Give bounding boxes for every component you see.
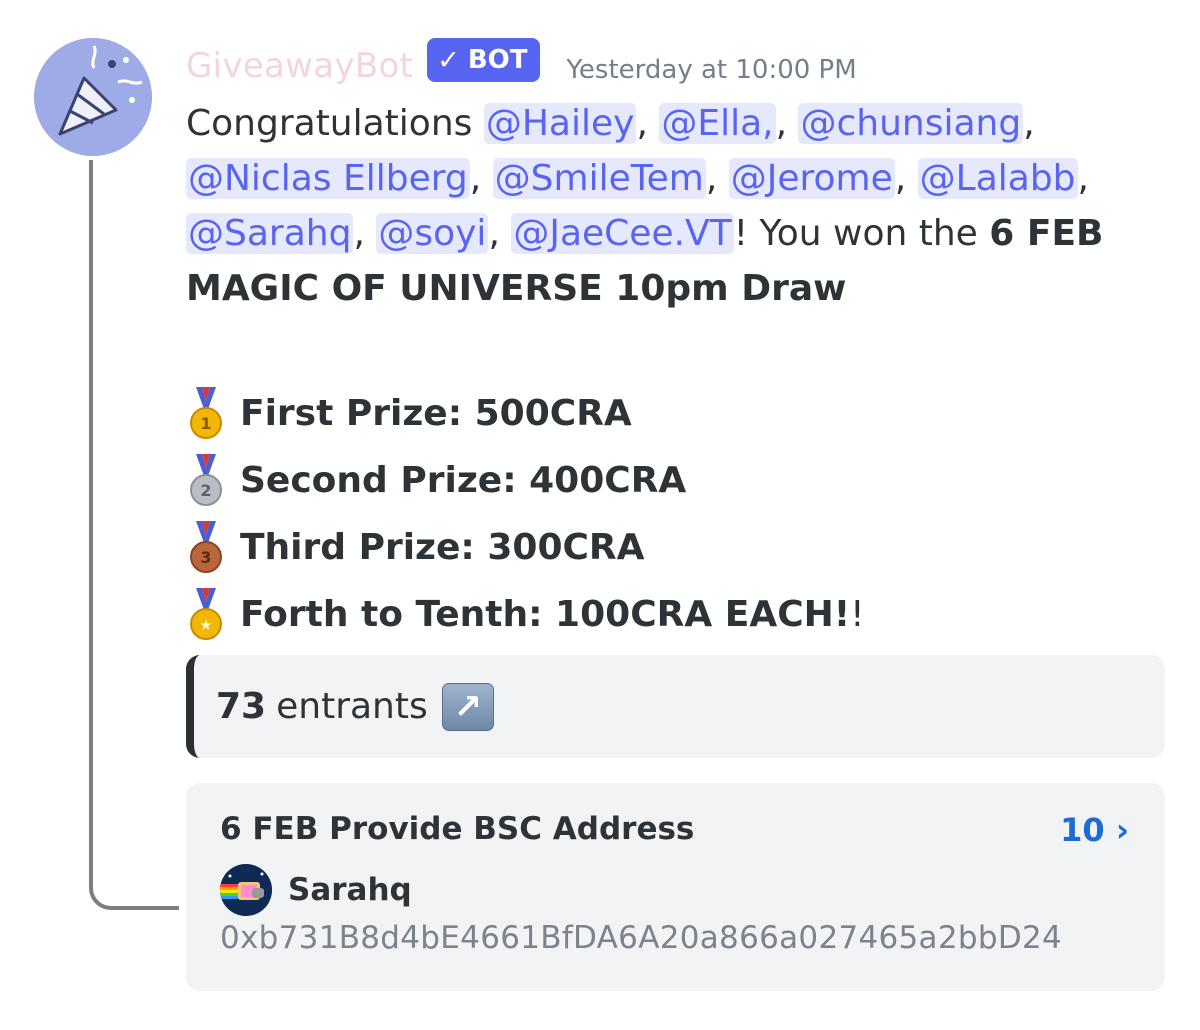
prize-item-third: 3 Third Prize: 300CRA	[186, 514, 865, 581]
third-place-medal-icon: 3	[190, 520, 222, 573]
message-timestamp[interactable]: Yesterday at 10:00 PM	[566, 55, 856, 85]
prize-text-tail: !	[850, 594, 865, 635]
svg-text:2: 2	[200, 481, 211, 500]
mention-separator: ,	[488, 213, 512, 254]
draw-name-part-1: 6 FEB	[989, 213, 1104, 254]
prize-item-rest: ★ Forth to Tenth: 100CRA EACH!!	[186, 581, 865, 648]
mention-soyi[interactable]: @soyi	[376, 213, 489, 254]
sports-medal-icon: ★	[190, 587, 222, 640]
thread-last-author: Sarahq	[220, 863, 412, 917]
mention-ella[interactable]: @Ella,	[659, 103, 776, 144]
prize-text: Third Prize: 300CRA	[240, 527, 645, 568]
thread-preview-card[interactable]: 6 FEB Provide BSC Address 10 › Sarahq 0x…	[186, 783, 1165, 991]
mention-lalabb[interactable]: @Lalabb	[917, 158, 1078, 199]
thread-message-count[interactable]: 10 ›	[1060, 811, 1129, 849]
mention-jerome[interactable]: @Jerome	[728, 158, 895, 199]
won-text: ! You won the	[733, 213, 990, 254]
giveawaybot-avatar[interactable]	[34, 38, 152, 156]
prize-text: Forth to Tenth: 100CRA EACH!	[240, 594, 851, 635]
entrants-embed: 73 entrants ↗	[186, 655, 1165, 758]
message-header: GiveawayBot ✓ BOT Yesterday at 10:00 PM	[186, 38, 857, 94]
prize-item-first: 1 First Prize: 500CRA	[186, 380, 865, 447]
svg-text:★: ★	[199, 616, 212, 634]
verified-check-icon: ✓	[437, 44, 460, 76]
mention-separator: ,	[1023, 103, 1035, 144]
thread-title[interactable]: 6 FEB Provide BSC Address	[220, 811, 694, 847]
reply-thread-connector	[89, 160, 179, 910]
mention-smiletem[interactable]: @SmileTem	[492, 158, 706, 199]
mention-chunsiang[interactable]: @chunsiang	[798, 103, 1024, 144]
mention-separator: ,	[894, 158, 918, 199]
second-place-medal-icon: 2	[190, 453, 222, 506]
thread-last-message: 0xb731B8d4bE4661BfDA6A20a866a027465a2bbD…	[220, 920, 1063, 956]
entrants-label: entrants	[276, 686, 428, 727]
prize-text: First Prize: 500CRA	[240, 393, 632, 434]
entrants-count: 73	[216, 686, 267, 727]
first-place-medal-icon: 1	[190, 386, 222, 439]
sarahq-avatar[interactable]	[220, 864, 272, 916]
congrats-text: Congratulations	[186, 103, 484, 144]
mention-separator: ,	[636, 103, 660, 144]
mention-separator: ,	[1077, 158, 1089, 199]
mention-separator: ,	[775, 103, 799, 144]
mention-hailey[interactable]: @Hailey	[483, 103, 637, 144]
thread-author-name[interactable]: Sarahq	[288, 872, 412, 908]
bot-badge: ✓ BOT	[427, 38, 541, 82]
nyan-cat-avatar-icon	[220, 864, 272, 916]
draw-name-part-2: MAGIC OF UNIVERSE 10pm Draw	[186, 268, 847, 309]
mention-sarahq[interactable]: @Sarahq	[186, 213, 354, 254]
prize-item-second: 2 Second Prize: 400CRA	[186, 447, 865, 514]
mention-niclas-ellberg[interactable]: @Niclas Ellberg	[186, 158, 470, 199]
mention-jaecee-vt[interactable]: @JaeCee.VT	[511, 213, 734, 254]
svg-text:1: 1	[200, 414, 211, 433]
mention-separator: ,	[705, 158, 729, 199]
author-name[interactable]: GiveawayBot	[186, 46, 413, 86]
prize-list: 1 First Prize: 500CRA 2 Second Prize: 40…	[186, 380, 865, 648]
prize-text: Second Prize: 400CRA	[240, 460, 687, 501]
svg-text:3: 3	[200, 548, 211, 567]
bot-badge-label: BOT	[467, 45, 528, 75]
mention-separator: ,	[353, 213, 377, 254]
up-right-arrow-icon[interactable]: ↗	[441, 682, 494, 731]
party-popper-icon	[34, 38, 152, 156]
mention-separator: ,	[469, 158, 493, 199]
message-content: Congratulations @Hailey, @Ella,, @chunsi…	[186, 96, 1166, 316]
